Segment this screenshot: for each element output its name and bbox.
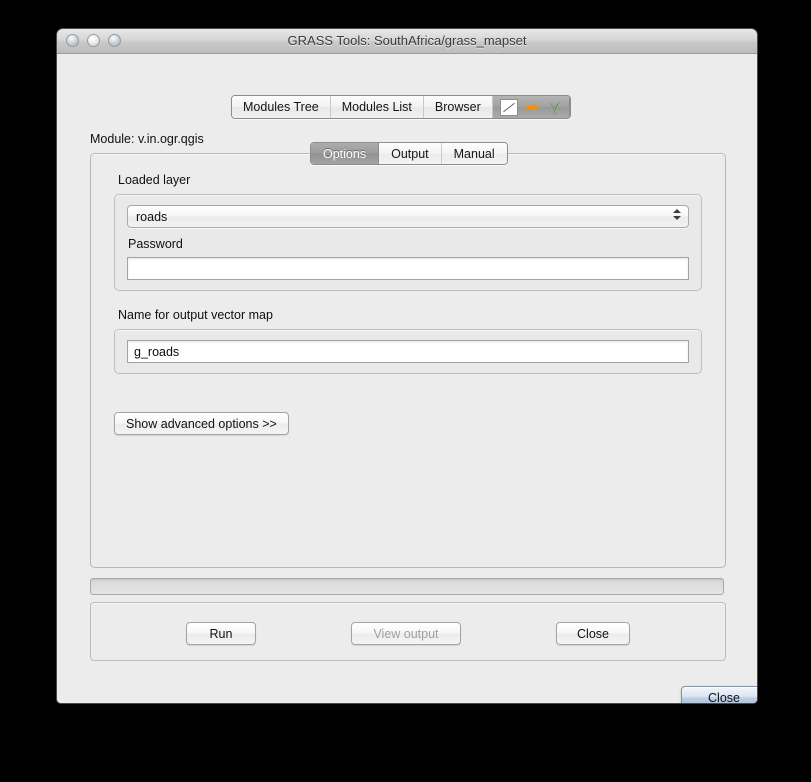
window-close-wrap: Close (681, 686, 743, 703)
loaded-layer-select[interactable]: roads (127, 205, 689, 228)
loaded-layer-value: roads (136, 210, 167, 224)
advanced-options-wrap: Show advanced options >> (114, 412, 289, 435)
stepper-arrows-icon[interactable] (672, 209, 681, 224)
close-panel-button[interactable]: Close (556, 622, 630, 645)
password-label: Password (128, 237, 689, 251)
run-button[interactable]: Run (186, 622, 256, 645)
tab-modules-tree[interactable]: Modules Tree (232, 96, 331, 118)
window-title: GRASS Tools: SouthAfrica/grass_mapset (57, 29, 757, 53)
output-map-label: Name for output vector map (118, 308, 702, 322)
window-body: Modules Tree Modules List Browser (57, 54, 757, 703)
show-advanced-options-button[interactable]: Show advanced options >> (114, 412, 289, 435)
output-map-value: g_roads (134, 345, 179, 359)
module-label: Module: v.in.ogr.qgis (90, 132, 204, 146)
loaded-layer-group: roads Password (114, 194, 702, 291)
action-buttons: Run View output Close (91, 622, 725, 645)
toolbar-tabs: Modules Tree Modules List Browser (231, 95, 571, 119)
arrow-right-icon (525, 101, 540, 114)
close-panel-button-label: Close (577, 627, 609, 641)
window-close-button-label: Close (708, 691, 740, 704)
view-output-button-label: View output (373, 627, 438, 641)
output-map-input[interactable]: g_roads (127, 340, 689, 363)
tab-modules-list-label: Modules List (342, 100, 412, 114)
tab-modules-tree-label: Modules Tree (243, 100, 319, 114)
vector-line-icon (500, 99, 518, 116)
options-tab-panel: Options Output Manual Loaded layer roads (90, 153, 726, 568)
action-button-bar: Run View output Close (90, 602, 726, 661)
tab-browser[interactable]: Browser (424, 96, 493, 118)
view-output-button: View output (351, 622, 461, 645)
options-form: Loaded layer roads Password Name for out… (91, 154, 725, 567)
output-map-group: g_roads (114, 329, 702, 374)
window-titlebar: GRASS Tools: SouthAfrica/grass_mapset (57, 29, 757, 54)
progress-bar (90, 578, 724, 595)
grass-plant-icon (547, 100, 562, 115)
tab-modules-list[interactable]: Modules List (331, 96, 424, 118)
show-advanced-options-label: Show advanced options >> (126, 417, 277, 431)
window-close-button[interactable]: Close (681, 686, 757, 703)
tab-module-active[interactable] (493, 96, 570, 118)
grass-tools-window: GRASS Tools: SouthAfrica/grass_mapset Mo… (57, 29, 757, 703)
tab-browser-label: Browser (435, 100, 481, 114)
loaded-layer-label: Loaded layer (118, 173, 702, 187)
run-button-label: Run (210, 627, 233, 641)
password-input[interactable] (127, 257, 689, 280)
